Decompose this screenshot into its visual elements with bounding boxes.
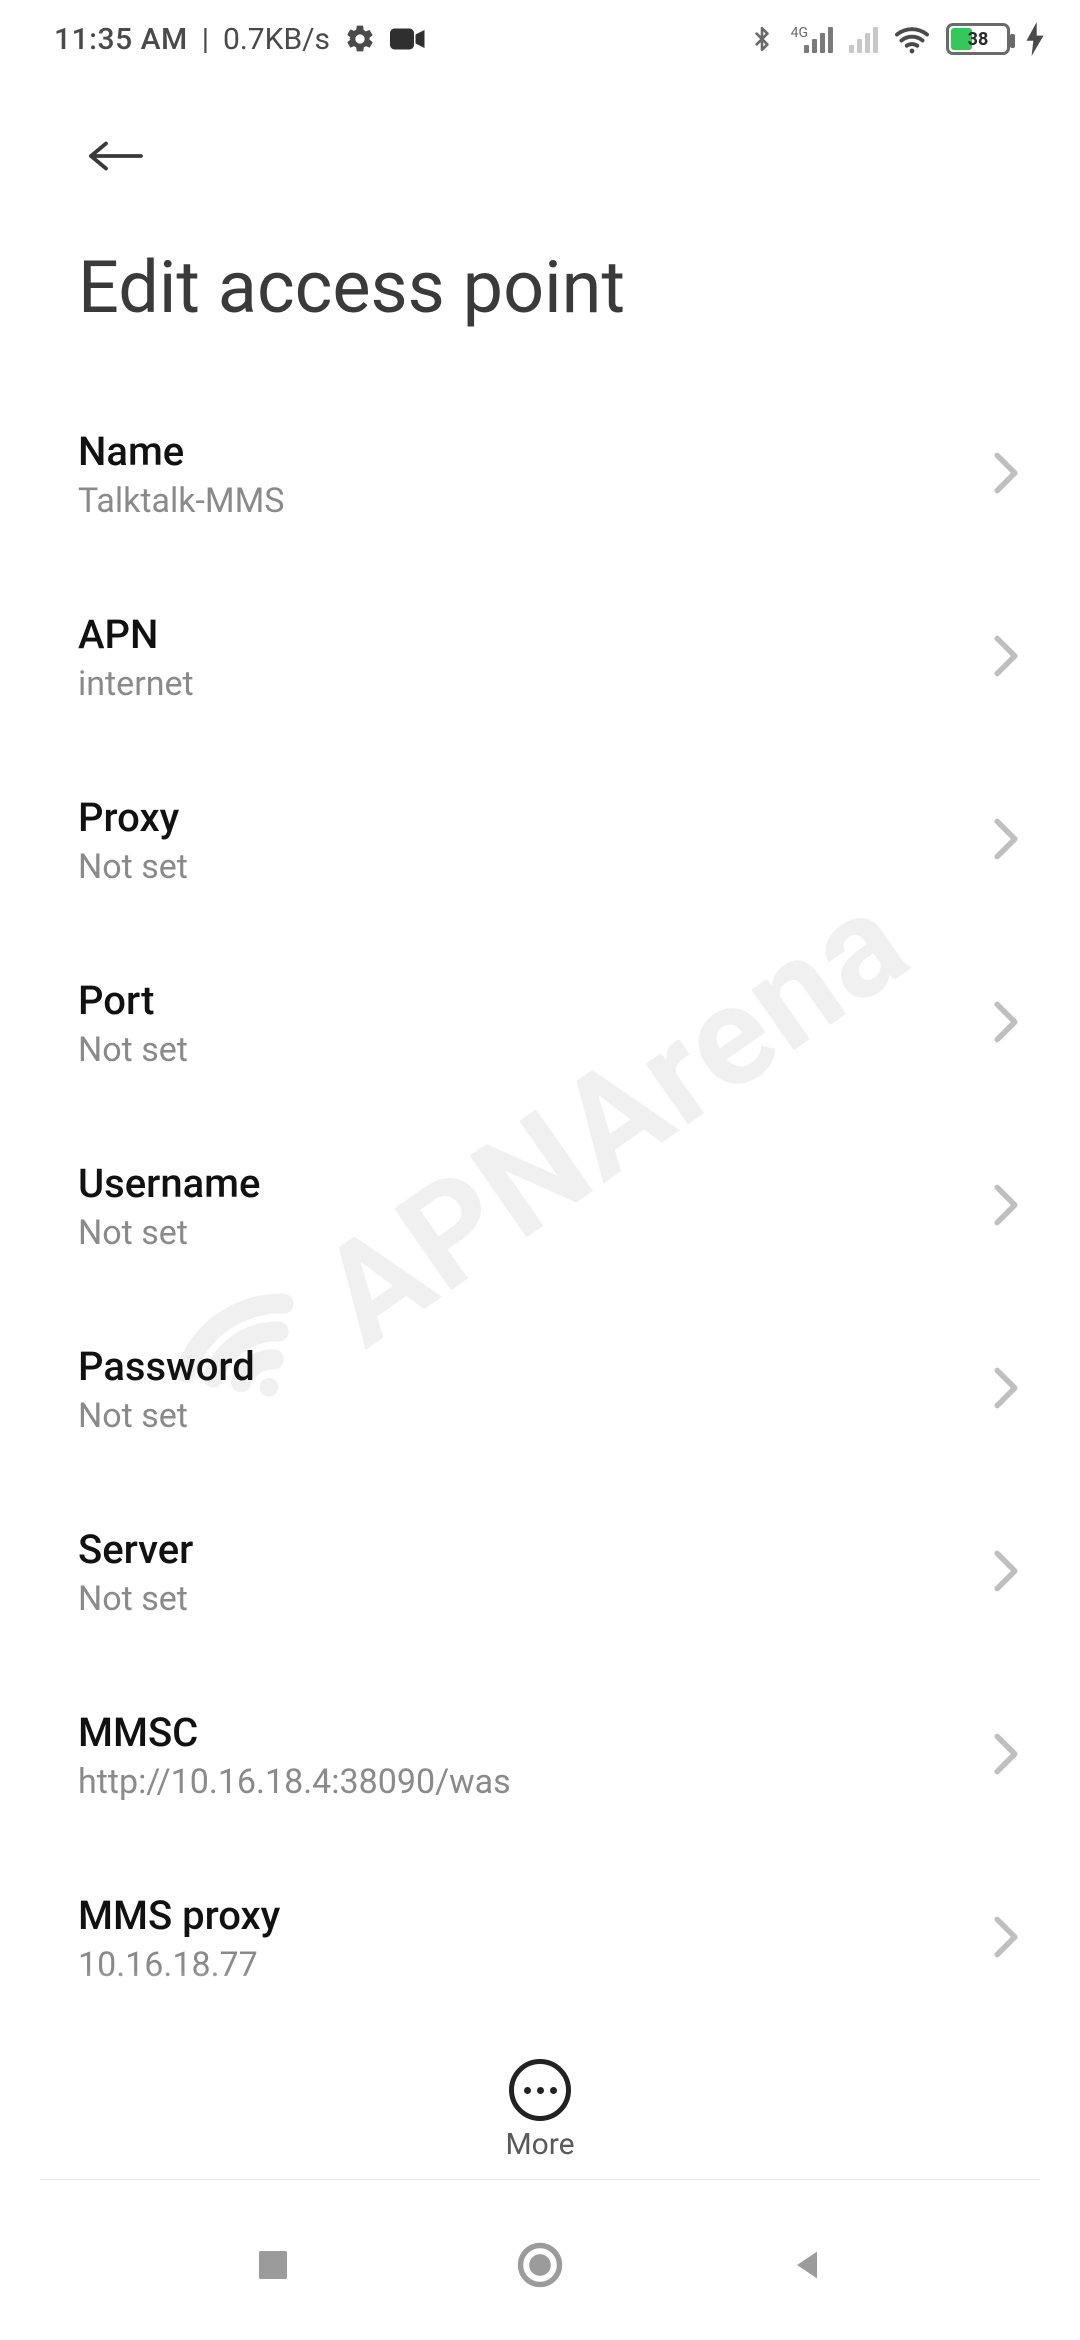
signal-4g-group: 4G	[791, 25, 833, 53]
wifi-icon	[894, 24, 930, 54]
setting-title: Password	[78, 1343, 1002, 1390]
chevron-right-icon	[992, 1915, 1020, 1963]
nav-recent-button[interactable]	[233, 2225, 313, 2305]
setting-item-mmsc[interactable]: MMSC http://10.16.18.4:38090/was	[0, 1671, 1080, 1840]
screen: APNArena 11:35 AM | 0.7KB/s 4G	[0, 0, 1080, 2340]
setting-value: Talktalk-MMS	[78, 481, 1002, 521]
battery-percent: 38	[949, 29, 1007, 50]
setting-value: Not set	[78, 1579, 1002, 1619]
setting-item-username[interactable]: Username Not set	[0, 1122, 1080, 1291]
setting-title: Name	[78, 428, 1002, 475]
setting-title: APN	[78, 611, 1002, 658]
status-left: 11:35 AM | 0.7KB/s	[54, 22, 426, 57]
setting-item-apn[interactable]: APN internet	[0, 573, 1080, 742]
setting-title: Port	[78, 977, 1002, 1024]
chevron-right-icon	[992, 634, 1020, 682]
bluetooth-icon	[749, 21, 775, 57]
nav-home-button[interactable]	[500, 2225, 580, 2305]
chevron-right-icon	[992, 1183, 1020, 1231]
status-bar: 11:35 AM | 0.7KB/s 4G 38	[0, 0, 1080, 78]
back-button[interactable]	[80, 120, 152, 192]
setting-value: Not set	[78, 847, 1002, 887]
setting-title: Proxy	[78, 794, 1002, 841]
more-dots-icon	[509, 2059, 571, 2121]
setting-item-password[interactable]: Password Not set	[0, 1305, 1080, 1474]
chevron-right-icon	[992, 1549, 1020, 1597]
setting-item-proxy[interactable]: Proxy Not set	[0, 756, 1080, 925]
square-icon	[252, 2244, 294, 2286]
chevron-right-icon	[992, 817, 1020, 865]
status-separator: |	[202, 22, 209, 57]
setting-value: Not set	[78, 1396, 1002, 1436]
setting-title: MMSC	[78, 1709, 1002, 1756]
setting-value: internet	[78, 664, 1002, 704]
gear-icon	[344, 23, 376, 55]
page-title: Edit access point	[78, 245, 625, 330]
chevron-right-icon	[992, 1732, 1020, 1780]
setting-title: MMS proxy	[78, 1892, 1002, 1939]
battery-icon: 38	[946, 23, 1010, 55]
video-camera-icon	[390, 25, 426, 53]
setting-item-mms-proxy[interactable]: MMS proxy 10.16.18.77	[0, 1854, 1080, 2010]
settings-list: Name Talktalk-MMS APN internet Proxy Not…	[0, 390, 1080, 2010]
setting-value: http://10.16.18.4:38090/was	[78, 1762, 1002, 1802]
chevron-right-icon	[992, 1000, 1020, 1048]
setting-title: Username	[78, 1160, 1002, 1207]
more-label: More	[505, 2127, 574, 2162]
signal-bars-sim2-icon	[849, 25, 878, 53]
signal-bars-sim1-icon	[804, 25, 833, 53]
chevron-right-icon	[992, 1366, 1020, 1414]
setting-item-name[interactable]: Name Talktalk-MMS	[0, 390, 1080, 559]
status-network-speed: 0.7KB/s	[223, 22, 330, 57]
system-nav-bar	[0, 2190, 1080, 2340]
setting-value: Not set	[78, 1213, 1002, 1253]
arrow-left-icon	[86, 134, 146, 178]
more-button[interactable]: More	[0, 2059, 1080, 2162]
bottom-divider	[40, 2179, 1040, 2180]
triangle-left-icon	[787, 2243, 827, 2287]
status-right: 4G 38	[749, 21, 1044, 57]
chevron-right-icon	[992, 451, 1020, 499]
setting-value: Not set	[78, 1030, 1002, 1070]
setting-value: 10.16.18.77	[78, 1945, 1002, 1985]
setting-item-server[interactable]: Server Not set	[0, 1488, 1080, 1657]
circle-icon	[514, 2239, 566, 2291]
status-time: 11:35 AM	[54, 22, 188, 57]
setting-title: Server	[78, 1526, 1002, 1573]
charging-bolt-icon	[1026, 22, 1044, 56]
setting-item-port[interactable]: Port Not set	[0, 939, 1080, 1108]
nav-back-button[interactable]	[767, 2225, 847, 2305]
